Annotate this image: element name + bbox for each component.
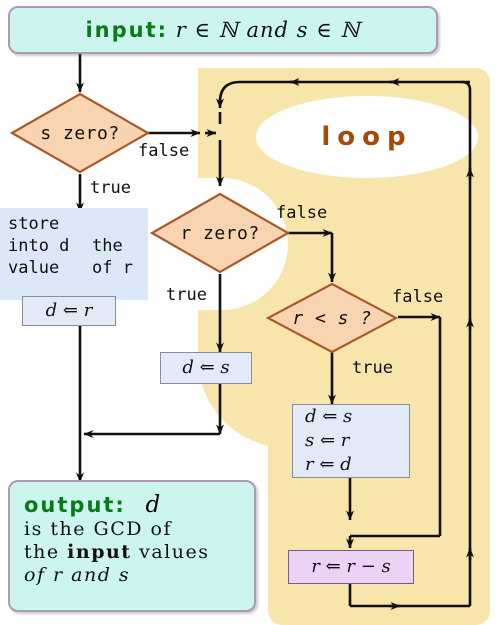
output-terminal: output: d is the GCD of the input values… (8, 480, 256, 612)
output-result-var: d (145, 492, 162, 518)
input-keyword: input: (85, 18, 169, 42)
assign-d-gets-r-row: d ⇐ r (45, 300, 93, 322)
output-line-2: is the GCD of (24, 518, 172, 540)
input-terminal-line: input: r ∈ ℕ and s ∈ ℕ (10, 18, 436, 42)
annotation-line3-right: of r (92, 258, 133, 278)
input-terminal: input: r ∈ ℕ and s ∈ ℕ (8, 6, 438, 54)
assign-swap-row-1: d ⇐ s (305, 406, 353, 428)
edge-label-s-zero-false: false (138, 141, 190, 161)
annotation-line3-left: value (8, 258, 60, 278)
store-annotation-box: store into d value the of r (0, 208, 148, 300)
edge-label-r-less-s-false: false (392, 287, 444, 307)
assign-d-gets-s: d ⇐ s (160, 352, 252, 384)
annotation-line1-left: store (8, 214, 60, 234)
decision-r-zero: r zero? (150, 192, 290, 274)
assign-r-minus-s: r ⇐ r − s (288, 550, 414, 584)
assign-d-gets-s-row: d ⇐ s (182, 357, 230, 379)
edge-label-s-zero-true: true (90, 178, 131, 198)
decision-s-zero: s zero? (10, 92, 150, 174)
edge-label-r-less-s-true: true (352, 358, 393, 378)
output-line-4: of r and s (24, 564, 131, 587)
assign-d-gets-r: d ⇐ r (22, 296, 116, 326)
assign-r-minus-s-row: r ⇐ r − s (311, 556, 391, 578)
decision-r-zero-label: r zero? (180, 222, 260, 244)
loop-label: loop (321, 122, 413, 152)
output-line3-keyword: input (67, 541, 132, 564)
decision-s-zero-label: s zero? (40, 122, 120, 144)
edge-label-r-zero-false: false (276, 203, 328, 223)
flowchart-canvas: loop input: r ∈ ℕ and s ∈ ℕ s zero? fals… (0, 0, 500, 625)
annotation-line2-right: the (92, 236, 123, 256)
assign-swap-row-3: r ⇐ d (305, 453, 352, 475)
decision-r-less-s-label: r < s ? (292, 307, 372, 329)
decision-r-less-s: r < s ? (266, 282, 398, 354)
assign-swap-row-2: s ⇐ r (305, 430, 350, 452)
loop-label-ellipse: loop (256, 96, 478, 178)
edge-label-r-zero-true: true (166, 285, 207, 305)
output-line3-a: the (24, 541, 68, 564)
output-keyword: output: (24, 493, 126, 517)
output-keyword-line: output: d (10, 492, 254, 518)
output-line3-c: values (131, 541, 210, 564)
output-line-3: the input values (10, 541, 254, 564)
assign-swap-block: d ⇐ s s ⇐ r r ⇐ d (292, 404, 410, 478)
annotation-line2-left: into d (8, 236, 70, 256)
input-expression: r ∈ ℕ and s ∈ ℕ (175, 18, 361, 42)
